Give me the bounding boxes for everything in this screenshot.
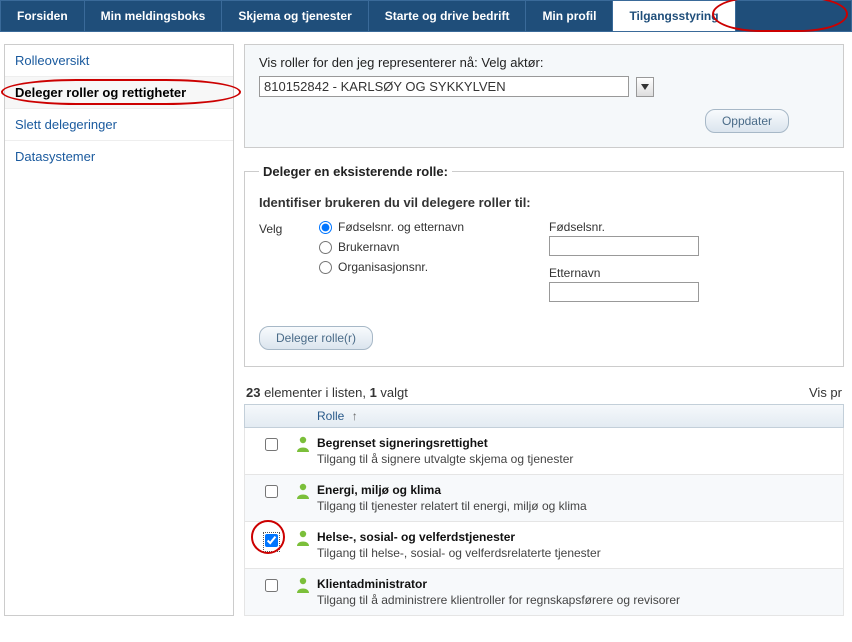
delegate-legend: Deleger en eksisterende rolle:	[259, 164, 452, 179]
actor-dropdown-button[interactable]	[636, 77, 654, 97]
sidebar-datasystemer[interactable]: Datasystemer	[5, 141, 233, 172]
radio-brukernavn[interactable]: Brukernavn	[319, 240, 549, 254]
list-summary: 23 elementer i listen, 1 valgt Vis pr	[244, 385, 844, 400]
sidebar: Rolleoversikt Deleger roller og rettighe…	[4, 44, 234, 616]
sidebar-deleger-roller[interactable]: Deleger roller og rettigheter	[5, 77, 233, 109]
table-row: Energi, miljø og klima Tilgang til tjene…	[244, 475, 844, 522]
actor-prompt: Vis roller for den jeg representerer nå:…	[259, 55, 829, 70]
role-desc: Tilgang til helse-, sosial- og velferdsr…	[317, 546, 835, 560]
actor-select[interactable]: 810152842 - KARLSØY OG SYKKYLVEN	[259, 76, 629, 97]
person-icon	[296, 483, 310, 499]
radio-brukernavn-input[interactable]	[319, 241, 332, 254]
role-desc: Tilgang til å signere utvalgte skjema og…	[317, 452, 835, 466]
role-name: Begrenset signeringsrettighet	[317, 436, 835, 450]
radio-orgnr-input[interactable]	[319, 261, 332, 274]
row-checkbox[interactable]	[265, 485, 278, 498]
person-icon	[296, 530, 310, 546]
actor-box: Vis roller for den jeg representerer nå:…	[244, 44, 844, 148]
top-nav: Forsiden Min meldingsboks Skjema og tjen…	[0, 0, 852, 32]
chevron-down-icon	[641, 84, 649, 90]
update-button[interactable]: Oppdater	[705, 109, 789, 133]
fnr-input[interactable]	[549, 236, 699, 256]
role-name: Energi, miljø og klima	[317, 483, 835, 497]
count-total: 23	[246, 385, 260, 400]
radio-label: Fødselsnr. og etternavn	[338, 220, 464, 234]
count-selected: 1	[370, 385, 377, 400]
radio-fodselsnr[interactable]: Fødselsnr. og etternavn	[319, 220, 549, 234]
nav-meldingsboks[interactable]: Min meldingsboks	[85, 1, 223, 31]
nav-profil[interactable]: Min profil	[526, 1, 613, 31]
radio-fodselsnr-input[interactable]	[319, 221, 332, 234]
row-checkbox[interactable]	[265, 438, 278, 451]
role-desc: Tilgang til å administrere klientroller …	[317, 593, 835, 607]
table-row: Helse-, sosial- og velferdstjenester Til…	[244, 522, 844, 569]
sort-ascending-icon: ↑	[352, 409, 358, 423]
sidebar-item-label: Deleger roller og rettigheter	[15, 85, 186, 100]
delegate-fieldset: Deleger en eksisterende rolle: Identifis…	[244, 164, 844, 367]
table-header: Rolle ↑	[244, 404, 844, 428]
lastname-label: Etternavn	[549, 266, 699, 280]
row-checkbox[interactable]	[265, 534, 278, 547]
person-icon	[296, 577, 310, 593]
sidebar-rolleoversikt[interactable]: Rolleoversikt	[5, 45, 233, 77]
table-row: Klientadministrator Tilgang til å admini…	[244, 569, 844, 616]
role-name: Helse-, sosial- og velferdstjenester	[317, 530, 835, 544]
row-checkbox[interactable]	[265, 579, 278, 592]
radio-orgnr[interactable]: Organisasjonsnr.	[319, 260, 549, 274]
delegate-button[interactable]: Deleger rolle(r)	[259, 326, 373, 350]
choose-label: Velg	[259, 220, 319, 312]
radio-label: Brukernavn	[338, 240, 399, 254]
role-name: Klientadministrator	[317, 577, 835, 591]
column-role[interactable]: Rolle ↑	[317, 409, 835, 423]
identify-label: Identifiser brukeren du vil delegere rol…	[259, 195, 829, 210]
table-row: Begrenset signeringsrettighet Tilgang ti…	[244, 428, 844, 475]
lastname-input[interactable]	[549, 282, 699, 302]
nav-forsiden[interactable]: Forsiden	[1, 1, 85, 31]
radio-label: Organisasjonsnr.	[338, 260, 428, 274]
person-icon	[296, 436, 310, 452]
nav-bedrift[interactable]: Starte og drive bedrift	[369, 1, 527, 31]
role-desc: Tilgang til tjenester relatert til energ…	[317, 499, 835, 513]
nav-skjema[interactable]: Skjema og tjenester	[222, 1, 368, 31]
fnr-label: Fødselsnr.	[549, 220, 699, 234]
nav-tilgangsstyring[interactable]: Tilgangsstyring	[613, 1, 735, 31]
vis-pr-label: Vis pr	[809, 385, 842, 400]
sidebar-slett-delegeringer[interactable]: Slett delegeringer	[5, 109, 233, 141]
